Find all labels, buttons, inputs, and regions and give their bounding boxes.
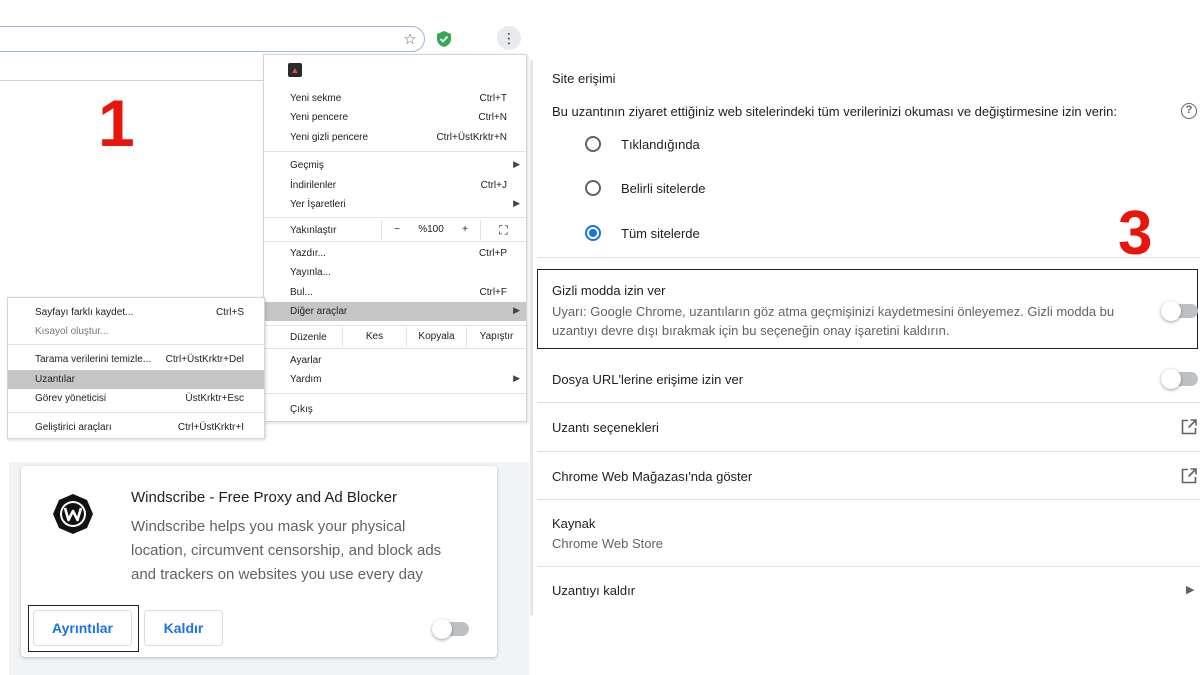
zoom-level: %100 xyxy=(418,224,444,235)
more-tools-submenu: Sayfayı farklı kaydet... Ctrl+S Kısayol … xyxy=(7,297,265,439)
menu-separator xyxy=(264,348,526,349)
fullscreen-icon[interactable]: ⛶ xyxy=(480,220,526,240)
row-divider xyxy=(537,402,1200,403)
step-number-3: 3 xyxy=(1118,199,1153,268)
menu-item-bookmarks[interactable]: Yer İşaretleri ▶ xyxy=(264,195,526,214)
radio-on-click[interactable] xyxy=(585,136,601,152)
chrome-menu-button[interactable]: ⋮ xyxy=(497,26,521,50)
menu-item-find[interactable]: Bul... Ctrl+F xyxy=(264,283,526,302)
chevron-right-icon: ▶ xyxy=(513,373,520,383)
menu-item-cast[interactable]: Yayınla... xyxy=(264,263,526,282)
chevron-right-icon: ▶ xyxy=(513,305,520,315)
paste-button[interactable]: Yapıştır xyxy=(466,327,526,347)
site-access-title: Site erişimi xyxy=(552,71,616,86)
incognito-warning-line-1: Uyarı: Google Chrome, uzantıların göz at… xyxy=(552,304,1115,319)
extension-description: Windscribe helps you mask your physical … xyxy=(131,518,442,583)
submenu-item-save-page[interactable]: Sayfayı farklı kaydet... Ctrl+S xyxy=(8,303,264,322)
menu-item-new-incognito[interactable]: Yeni gizli pencere Ctrl+ÜstKrktr+N xyxy=(264,128,526,147)
radio-all-sites[interactable] xyxy=(585,225,601,241)
extension-logo-icon: ▲ xyxy=(288,63,302,77)
chevron-right-icon: ▶ xyxy=(1186,584,1195,596)
submenu-item-extensions[interactable]: Uzantılar xyxy=(8,370,264,389)
copy-button[interactable]: Kopyala xyxy=(406,327,466,347)
zoom-in-button[interactable]: + xyxy=(450,220,480,240)
menu-separator xyxy=(264,325,526,326)
remove-button[interactable]: Kaldır xyxy=(144,610,223,646)
menu-item-exit[interactable]: Çıkış xyxy=(264,400,526,419)
menu-item-downloads[interactable]: İndirilenler Ctrl+J xyxy=(264,176,526,195)
menu-separator xyxy=(264,241,526,242)
submenu-item-task-manager[interactable]: Görev yöneticisi ÜstKrktr+Esc xyxy=(8,389,264,408)
submenu-item-clear-data[interactable]: Tarama verilerini temizle... Ctrl+ÜstKrk… xyxy=(8,350,264,369)
source-title: Kaynak xyxy=(552,516,596,531)
menu-item-new-tab[interactable]: Yeni sekme Ctrl+T xyxy=(264,89,526,108)
step-number-1: 1 xyxy=(98,86,135,160)
chevron-right-icon: ▶ xyxy=(513,159,520,169)
extension-shield-icon[interactable] xyxy=(435,28,453,50)
menu-separator xyxy=(264,393,526,394)
bookmark-star-icon[interactable]: ☆ xyxy=(401,28,419,50)
file-urls-toggle[interactable] xyxy=(1161,369,1198,389)
menu-separator xyxy=(264,217,526,218)
menu-row-edit: Düzenle Kes Kopyala Yapıştır xyxy=(264,327,526,347)
menu-item-history[interactable]: Geçmiş ▶ xyxy=(264,156,526,175)
menu-item-print[interactable]: Yazdır... Ctrl+P xyxy=(264,244,526,263)
menu-item-more-tools[interactable]: Diğer araçlar ▶ xyxy=(264,302,526,321)
open-external-icon[interactable] xyxy=(1181,468,1197,484)
menu-item-settings[interactable]: Ayarlar xyxy=(264,351,526,370)
menu-separator xyxy=(8,412,264,413)
help-icon[interactable]: ? xyxy=(1181,103,1197,119)
radio-label-specific-sites: Belirli sitelerde xyxy=(621,181,706,196)
menu-separator xyxy=(8,344,264,345)
extension-options-link[interactable]: Uzantı seçenekleri xyxy=(552,420,659,435)
extension-enable-toggle[interactable] xyxy=(432,619,469,639)
chrome-main-menu: ▲ Yeni sekme Ctrl+T Yeni pencere Ctrl+N … xyxy=(263,54,527,422)
toggle-knob xyxy=(1161,301,1181,321)
source-value: Chrome Web Store xyxy=(552,536,664,551)
file-urls-label: Dosya URL'lerine erişime izin ver xyxy=(552,372,744,387)
menu-separator xyxy=(264,151,526,152)
row-divider xyxy=(537,451,1200,452)
radio-specific-sites[interactable] xyxy=(585,180,601,196)
windscribe-logo-icon xyxy=(52,493,94,535)
submenu-item-dev-tools[interactable]: Geliştirici araçları Ctrl+ÜstKrktr+I xyxy=(8,418,264,437)
details-button[interactable]: Ayrıntılar xyxy=(33,610,132,646)
incognito-toggle[interactable] xyxy=(1161,301,1198,321)
menu-row-zoom: Yakınlaştır − %100 + ⛶ xyxy=(264,220,526,240)
site-access-description: Bu uzantının ziyaret ettiğiniz web sitel… xyxy=(552,104,1118,119)
menu-item-new-window[interactable]: Yeni pencere Ctrl+N xyxy=(264,108,526,127)
radio-label-all-sites: Tüm sitelerde xyxy=(621,226,700,241)
submenu-item-create-shortcut[interactable]: Kısayol oluştur... xyxy=(8,322,264,341)
pane-divider xyxy=(530,60,533,615)
toggle-knob xyxy=(1161,369,1181,389)
menu-item-help[interactable]: Yardım ▶ xyxy=(264,370,526,389)
chevron-right-icon: ▶ xyxy=(513,198,520,208)
address-bar[interactable] xyxy=(0,26,425,52)
row-divider xyxy=(537,257,1200,258)
radio-label-on-click: Tıklandığında xyxy=(621,137,700,152)
remove-extension-row[interactable]: Uzantıyı kaldır xyxy=(552,583,635,598)
incognito-warning-line-2: uzantıyı devre dışı bırakmak için bu seç… xyxy=(552,323,950,338)
web-store-link[interactable]: Chrome Web Mağazası'nda göster xyxy=(552,469,752,484)
extension-name: Windscribe - Free Proxy and Ad Blocker xyxy=(131,489,397,506)
incognito-title: Gizli modda izin ver xyxy=(552,283,666,298)
toggle-knob xyxy=(432,619,452,639)
cut-button[interactable]: Kes xyxy=(342,327,406,347)
toolbar-divider xyxy=(0,80,264,81)
open-external-icon[interactable] xyxy=(1181,419,1197,435)
row-divider xyxy=(537,499,1200,500)
row-divider xyxy=(537,566,1200,567)
zoom-out-button[interactable]: − xyxy=(381,220,412,240)
